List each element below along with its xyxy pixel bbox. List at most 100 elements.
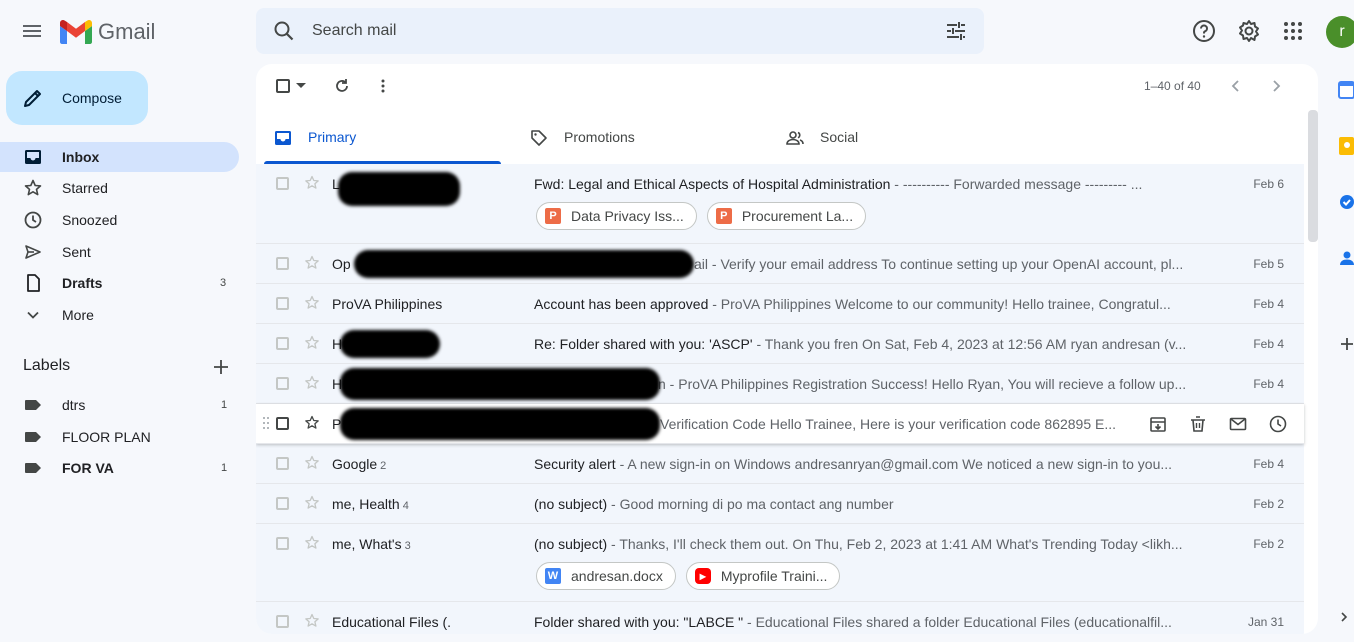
email-snippet: n - ProVA Philippines Registration Succe… xyxy=(658,376,1194,392)
nav-item-drafts[interactable]: Drafts 3 xyxy=(0,268,239,298)
email-date: Jan 31 xyxy=(1247,615,1284,629)
nav-item-more[interactable]: More xyxy=(0,300,239,330)
redaction-mark xyxy=(340,408,660,440)
tab-primary[interactable]: Primary xyxy=(264,112,501,164)
row-checkbox[interactable] xyxy=(276,377,289,390)
top-bar: Gmail r xyxy=(0,0,1354,64)
attachment-name: Data Privacy Iss... xyxy=(571,208,684,224)
select-caret-icon[interactable] xyxy=(296,83,306,89)
delete-icon[interactable] xyxy=(1188,414,1208,434)
attachment-chip[interactable]: Wandresan.docx xyxy=(536,562,676,590)
mark-unread-icon[interactable] xyxy=(1228,414,1248,434)
sender-name: Educational Files (. xyxy=(332,614,452,630)
chevron-right-icon[interactable] xyxy=(1266,76,1286,96)
star-icon[interactable] xyxy=(304,295,320,311)
tab-label: Social xyxy=(820,129,859,145)
nav-item-inbox[interactable]: Inbox xyxy=(0,142,239,172)
sender-text: Google xyxy=(332,456,378,472)
attachment-chip[interactable]: P Data Privacy Iss... xyxy=(536,202,697,230)
search-options-icon[interactable] xyxy=(944,19,968,43)
row-checkbox[interactable] xyxy=(276,497,289,510)
nav-item-sent[interactable]: Sent xyxy=(0,237,239,267)
email-snippet: (no subject) - Thanks, I'll check them o… xyxy=(534,536,1194,552)
calendar-icon[interactable] xyxy=(1338,80,1354,100)
tasks-icon[interactable] xyxy=(1338,192,1354,212)
label-name: FLOOR PLAN xyxy=(62,429,151,445)
chevron-right-icon[interactable] xyxy=(1338,610,1350,624)
google-apps-icon[interactable] xyxy=(1280,18,1306,44)
nav-label: Sent xyxy=(62,244,91,260)
email-preview: n - ProVA Philippines Registration Succe… xyxy=(658,376,1187,392)
add-addon-icon[interactable] xyxy=(1338,334,1354,354)
email-date: Feb 4 xyxy=(1253,297,1284,311)
tab-social[interactable]: Social xyxy=(776,112,1013,164)
tab-promotions[interactable]: Promotions xyxy=(520,112,757,164)
attachment-chip[interactable]: ▶ Myprofile Traini... xyxy=(685,562,841,590)
attachment-chips: Wandresan.docx ▶ Myprofile Traini... xyxy=(536,562,841,590)
snooze-clock-icon[interactable] xyxy=(1268,414,1288,434)
label-item[interactable]: dtrs 1 xyxy=(0,390,239,420)
email-preview: - A new sign-in on Windows andresanryan@… xyxy=(615,456,1173,472)
archive-icon[interactable] xyxy=(1148,414,1168,434)
main-menu-icon[interactable] xyxy=(20,20,44,44)
contacts-icon[interactable] xyxy=(1338,248,1354,268)
email-row[interactable]: L Fwd: Legal and Ethical Aspects of Hosp… xyxy=(256,164,1304,244)
account-avatar[interactable]: r xyxy=(1326,16,1354,48)
email-row[interactable]: H n - ProVA Philippines Registration Suc… xyxy=(256,364,1304,404)
star-icon[interactable] xyxy=(304,255,320,271)
email-row[interactable]: Educational Files (. Folder shared with … xyxy=(256,602,1304,634)
email-row[interactable]: Google 2 Security alert - A new sign-in o… xyxy=(256,444,1304,484)
star-icon[interactable] xyxy=(304,613,320,629)
row-checkbox[interactable] xyxy=(276,417,289,430)
email-preview: ail - Verify your email address To conti… xyxy=(694,256,1184,272)
email-row[interactable]: ProVA Philippines Account has been appro… xyxy=(256,284,1304,324)
email-row[interactable]: P Verification Code Hello Trainee, Here … xyxy=(256,404,1304,444)
search-input[interactable] xyxy=(312,16,912,46)
sender-name: Op xyxy=(332,256,351,272)
star-icon[interactable] xyxy=(304,335,320,351)
chevron-left-icon[interactable] xyxy=(1226,76,1246,96)
add-label-icon[interactable] xyxy=(212,358,230,376)
refresh-icon[interactable] xyxy=(333,77,351,95)
row-checkbox[interactable] xyxy=(276,177,289,190)
email-snippet: Fwd: Legal and Ethical Aspects of Hospit… xyxy=(534,176,1194,192)
help-icon[interactable] xyxy=(1191,18,1217,44)
drag-handle-icon[interactable] xyxy=(262,416,270,430)
star-icon[interactable] xyxy=(304,535,320,551)
label-item[interactable]: FLOOR PLAN xyxy=(0,422,239,452)
email-row[interactable]: Op ail - Verify your email address To co… xyxy=(256,244,1304,284)
star-icon[interactable] xyxy=(304,455,320,471)
star-icon[interactable] xyxy=(304,375,320,391)
more-vert-icon[interactable] xyxy=(374,77,392,95)
select-all-checkbox[interactable] xyxy=(276,79,290,93)
email-row[interactable]: me, Health 4 (no subject) - Good morning … xyxy=(256,484,1304,524)
row-checkbox[interactable] xyxy=(276,297,289,310)
nav-item-snoozed[interactable]: Snoozed xyxy=(0,205,239,235)
scrollbar-thumb[interactable] xyxy=(1308,110,1318,242)
email-snippet: Account has been approved - ProVA Philip… xyxy=(534,296,1194,312)
compose-button[interactable]: Compose xyxy=(6,71,148,125)
settings-gear-icon[interactable] xyxy=(1236,18,1262,44)
email-date: Feb 4 xyxy=(1253,457,1284,471)
attachment-chip[interactable]: P Procurement La... xyxy=(706,202,867,230)
thread-count: 2 xyxy=(380,460,387,472)
list-toolbar: 1–40 of 40 xyxy=(256,64,1318,110)
row-checkbox[interactable] xyxy=(276,615,289,628)
star-icon[interactable] xyxy=(304,175,320,191)
gmail-logo[interactable]: Gmail xyxy=(60,16,155,48)
nav-item-starred[interactable]: Starred xyxy=(0,173,239,203)
nav-label: Drafts xyxy=(62,275,103,291)
row-checkbox[interactable] xyxy=(276,537,289,550)
row-checkbox[interactable] xyxy=(276,337,289,350)
sender-name: me, Health 4 xyxy=(332,496,409,512)
search-icon[interactable] xyxy=(272,19,296,43)
star-icon[interactable] xyxy=(304,495,320,511)
label-item[interactable]: FOR VA 1 xyxy=(0,453,239,483)
star-icon[interactable] xyxy=(304,415,320,431)
email-row[interactable]: H Re: Folder shared with you: 'ASCP' - T… xyxy=(256,324,1304,364)
email-row[interactable]: me, What's 3 (no subject) - Thanks, I'll … xyxy=(256,524,1304,602)
email-preview: Verification Code Hello Trainee, Here is… xyxy=(660,416,1117,432)
keep-notes-icon[interactable] xyxy=(1338,136,1354,156)
row-checkbox[interactable] xyxy=(276,257,289,270)
row-checkbox[interactable] xyxy=(276,457,289,470)
